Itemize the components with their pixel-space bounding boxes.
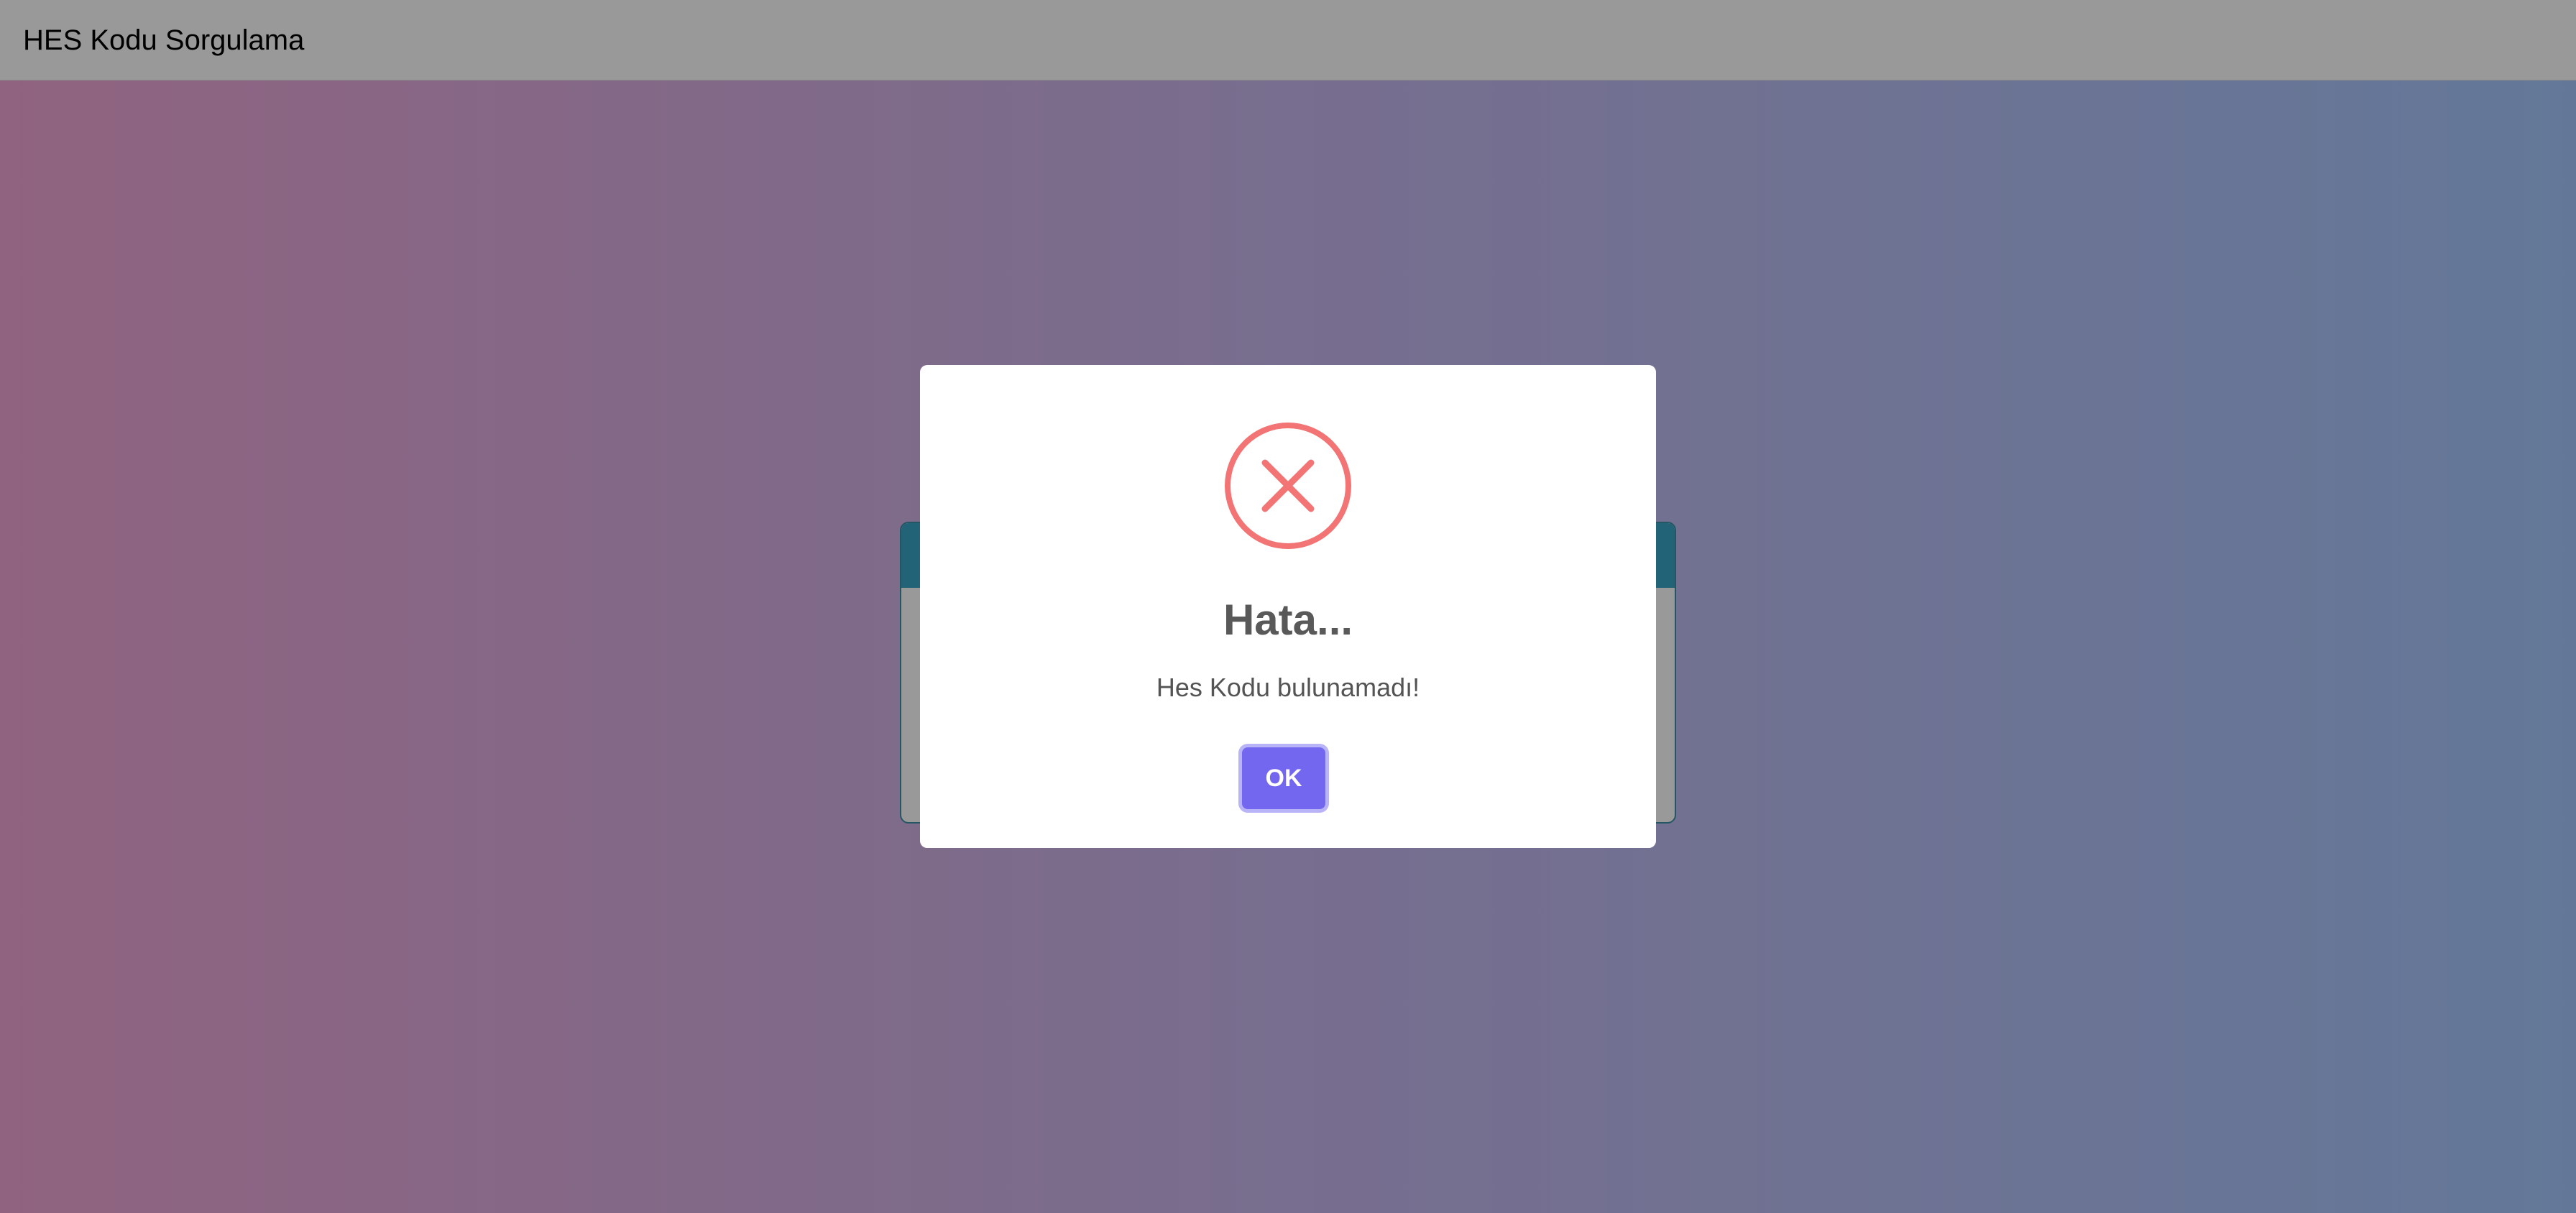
alert-message: Hes Kodu bulunamadı! <box>1156 673 1420 702</box>
ok-button[interactable]: OK <box>1242 747 1325 809</box>
error-alert-dialog: Hata... Hes Kodu bulunamadı! OK <box>920 365 1656 848</box>
alert-title: Hata... <box>1223 596 1353 644</box>
error-x-icon <box>1225 423 1351 549</box>
